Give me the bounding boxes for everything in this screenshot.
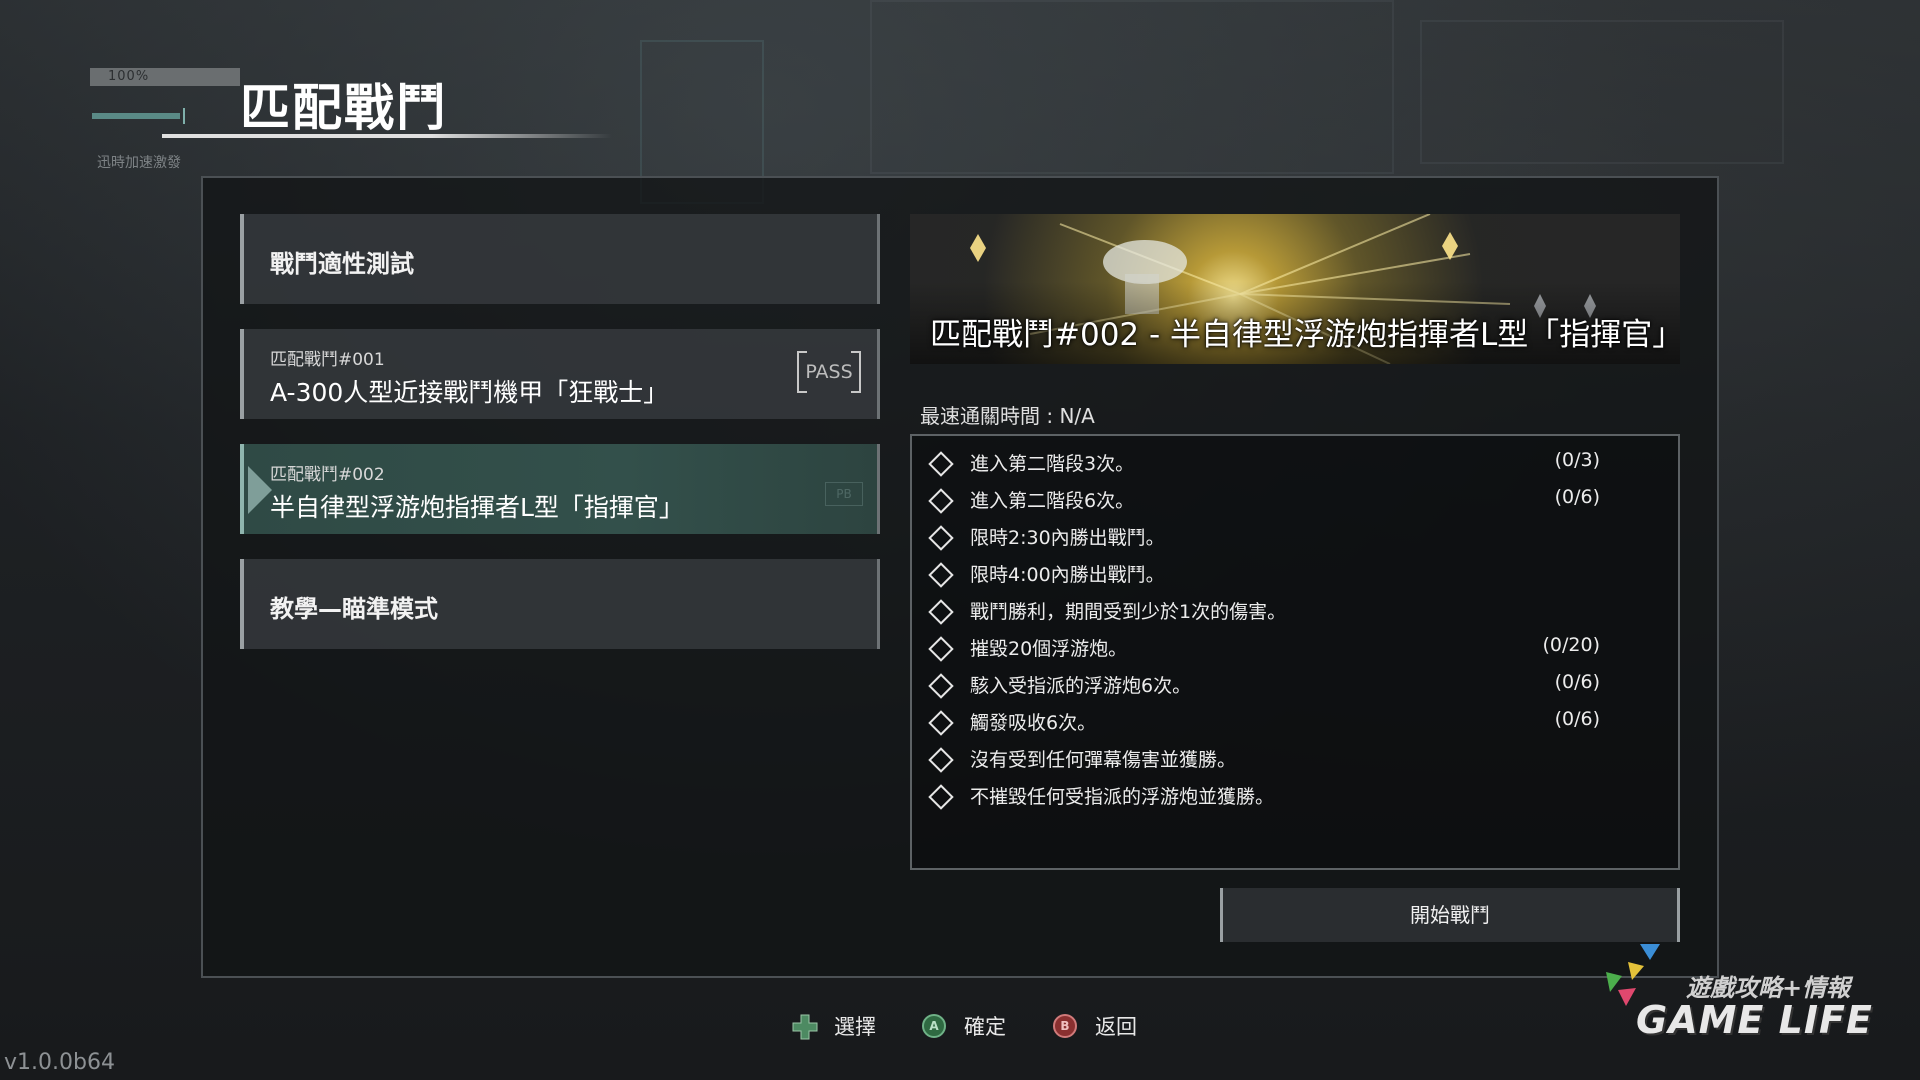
a-button-icon: A — [922, 1014, 946, 1038]
menu-item-label: 半自律型浮游炮指揮者L型「指揮官」 — [270, 493, 684, 522]
light-ray — [1059, 223, 1241, 295]
menu-item-label: A-300人型近接戰鬥機甲「狂戰士」 — [270, 378, 669, 407]
watermark-line2: GAME LIFE — [1636, 998, 1873, 1042]
diamond-icon — [928, 710, 954, 736]
boss-silhouette — [1125, 274, 1159, 314]
dpad-icon — [792, 1014, 818, 1040]
challenge-progress: (0/6) — [1554, 708, 1600, 730]
diamond-icon — [928, 636, 954, 662]
challenge-item: 限時4:00內勝出戰鬥。 — [926, 559, 1656, 589]
background-panel — [870, 0, 1394, 174]
challenge-text: 進入第二階段3次。 — [970, 453, 1135, 475]
light-ray — [1239, 214, 1431, 295]
challenge-text: 限時2:30內勝出戰鬥。 — [970, 527, 1165, 549]
title-underline — [162, 134, 612, 138]
challenge-item: 不摧毀任何受指派的浮游炮並獲勝。 — [926, 781, 1656, 811]
banner-title: 匹配戰鬥#002 - 半自律型浮游炮指揮者L型「指揮官」 — [930, 317, 1680, 353]
challenge-item: 進入第二階段3次。 (0/3) — [926, 448, 1656, 478]
menu-item-label: 教學—瞄準模式 — [270, 595, 438, 623]
challenge-text: 駭入受指派的浮游炮6次。 — [970, 675, 1192, 697]
diamond-icon — [928, 562, 954, 588]
menu-item-match-001[interactable]: 匹配戰鬥#001 A-300人型近接戰鬥機甲「狂戰士」 PASS — [240, 329, 880, 419]
gamelife-watermark: 遊戲攻略+情報 GAME LIFE — [1582, 940, 1882, 1050]
menu-item-sublabel: 匹配戰鬥#001 — [270, 350, 385, 370]
ghost-badge: PB — [825, 482, 863, 506]
challenge-progress: (0/20) — [1542, 634, 1601, 656]
star-icon — [1442, 232, 1458, 260]
challenge-text: 觸發吸收6次。 — [970, 712, 1097, 734]
control-hint-select: 選擇 — [792, 1012, 912, 1042]
control-label: 返回 — [1095, 1015, 1137, 1039]
challenge-list: 進入第二階段3次。 (0/3) 進入第二階段6次。 (0/6) 限時2:30內勝… — [910, 434, 1680, 870]
diamond-icon — [928, 525, 954, 551]
challenge-item: 限時2:30內勝出戰鬥。 — [926, 522, 1656, 552]
hud-progress-label: 100% — [108, 69, 150, 84]
challenge-item: 進入第二階段6次。 (0/6) — [926, 485, 1656, 515]
menu-item-aptitude-test[interactable]: 戰鬥適性測試 — [240, 214, 880, 304]
diamond-icon — [928, 599, 954, 625]
challenge-progress: (0/6) — [1554, 486, 1600, 508]
light-ray — [1239, 253, 1471, 295]
diamond-icon — [928, 451, 954, 477]
challenge-text: 限時4:00內勝出戰鬥。 — [970, 564, 1165, 586]
hud-accent-line — [92, 113, 180, 119]
diamond-icon — [928, 673, 954, 699]
challenge-progress: (0/3) — [1554, 449, 1600, 471]
challenge-progress: (0/6) — [1554, 671, 1600, 693]
start-battle-button[interactable]: 開始戰鬥 — [1220, 888, 1680, 942]
version-label: v1.0.0b64 — [4, 1050, 115, 1075]
background-panel — [1420, 20, 1784, 164]
pass-badge: PASS — [797, 351, 861, 393]
challenge-text: 戰鬥勝利，期間受到少於1次的傷害。 — [970, 601, 1287, 623]
diamond-icon — [928, 747, 954, 773]
menu-item-label: 戰鬥適性測試 — [270, 250, 414, 278]
page-title: 匹配戰鬥 — [240, 79, 448, 137]
challenge-item: 戰鬥勝利，期間受到少於1次的傷害。 — [926, 596, 1656, 626]
b-button-icon: B — [1053, 1014, 1077, 1038]
menu-item-sublabel: 匹配戰鬥#002 — [270, 465, 385, 485]
star-icon — [970, 234, 986, 262]
selection-arrow-icon — [248, 466, 272, 514]
menu-item-tutorial-aim[interactable]: 教學—瞄準模式 — [240, 559, 880, 649]
challenge-text: 不摧毀任何受指派的浮游炮並獲勝。 — [970, 786, 1275, 808]
hud-accent-tick — [183, 108, 185, 124]
menu-item-match-002[interactable]: 匹配戰鬥#002 半自律型浮游炮指揮者L型「指揮官」 PB — [240, 444, 880, 534]
boss-banner: 匹配戰鬥#002 - 半自律型浮游炮指揮者L型「指揮官」 — [910, 214, 1680, 364]
diamond-icon — [928, 784, 954, 810]
challenge-item: 沒有受到任何彈幕傷害並獲勝。 — [926, 744, 1656, 774]
challenge-text: 沒有受到任何彈幕傷害並獲勝。 — [970, 749, 1237, 771]
diamond-icon — [928, 488, 954, 514]
hud-progress-bar: 100% — [90, 68, 240, 86]
control-label: 選擇 — [834, 1015, 876, 1039]
challenge-item: 觸發吸收6次。 (0/6) — [926, 707, 1656, 737]
hud-subtitle: 迅時加速激發 — [97, 155, 181, 171]
control-hint-confirm: A 確定 — [922, 1012, 1042, 1042]
control-label: 確定 — [964, 1015, 1006, 1039]
light-ray — [1239, 293, 1511, 305]
challenge-item: 駭入受指派的浮游炮6次。 (0/6) — [926, 670, 1656, 700]
control-hint-back: B 返回 — [1053, 1012, 1173, 1042]
game-screen: { "header": { "progress_label": "100%", … — [0, 0, 1920, 1080]
challenge-text: 摧毀20個浮游炮。 — [970, 638, 1128, 660]
challenge-item: 摧毀20個浮游炮。 (0/20) — [926, 633, 1656, 663]
best-clear-time: 最速通關時間 : N/A — [920, 404, 1095, 428]
challenge-text: 進入第二階段6次。 — [970, 490, 1135, 512]
boss-silhouette — [1103, 240, 1187, 284]
